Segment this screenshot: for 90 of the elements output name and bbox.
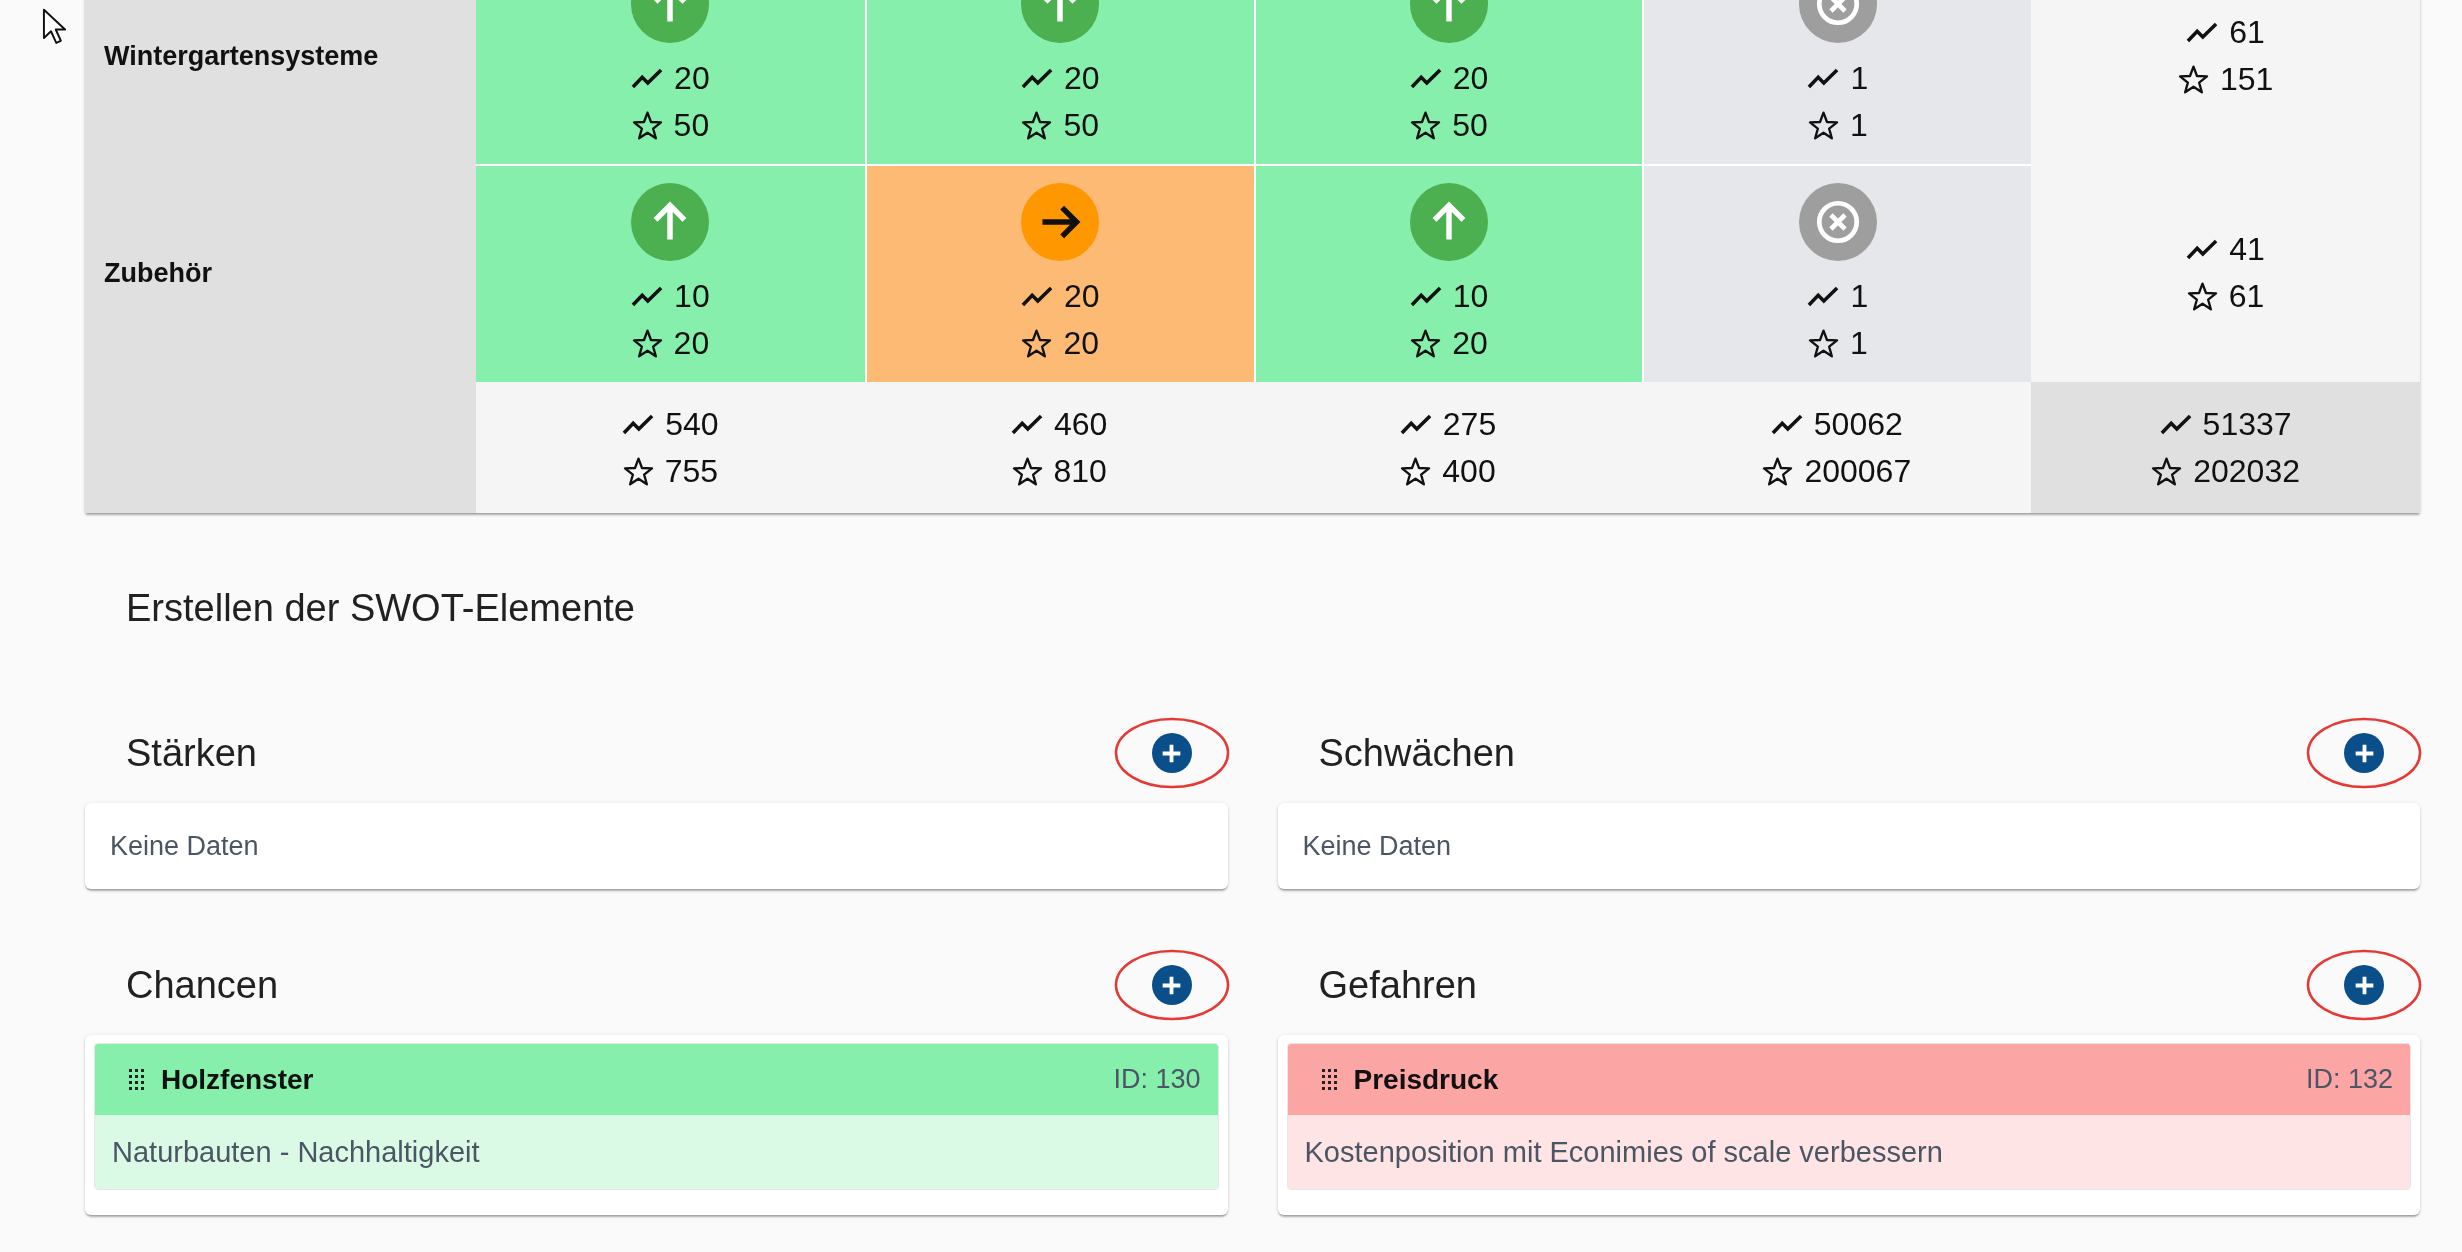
star-icon xyxy=(1807,111,1839,140)
trend-line-icon xyxy=(1409,286,1442,307)
trend-line-icon xyxy=(631,68,664,89)
star-icon xyxy=(1011,456,1043,486)
star-value: 400 xyxy=(1442,452,1496,490)
item-description: Naturbauten - Nachhaltigkeit xyxy=(95,1115,1218,1189)
trend-value: 20 xyxy=(1063,278,1100,315)
star-icon xyxy=(1021,329,1053,358)
item-description: Kostenposition mit Econimies of scale verbessern xyxy=(1287,1115,2410,1189)
add-button[interactable] xyxy=(1151,965,1192,1005)
trend-line-icon xyxy=(2159,413,2192,435)
trend-line-icon xyxy=(2186,239,2219,260)
trend-value: 10 xyxy=(1452,278,1489,315)
trend-value: 1 xyxy=(1850,60,1869,97)
star-value: 200067 xyxy=(1804,452,1912,490)
section-heading: Schwächen xyxy=(1318,731,1515,775)
plus-icon xyxy=(1162,743,1181,763)
trend-value: 460 xyxy=(1054,405,1108,443)
plus-icon xyxy=(1162,975,1181,995)
star-value: 61 xyxy=(2228,278,2265,315)
item-title: Preisdruck xyxy=(1353,1063,1499,1096)
trend-line-icon xyxy=(631,286,664,307)
row-header-cell: Zubehör xyxy=(85,164,476,382)
trend-value: 540 xyxy=(665,405,719,443)
plus-icon xyxy=(2354,743,2374,763)
star-icon xyxy=(1400,456,1432,486)
star-value: 755 xyxy=(664,452,719,490)
trend-line-icon xyxy=(1409,68,1442,89)
star-value: 50 xyxy=(673,107,710,144)
trend-value: 275 xyxy=(1442,405,1497,443)
trend-value: 20 xyxy=(674,60,710,97)
section-title: Erstellen der SWOT-Elemente xyxy=(126,586,635,631)
star-icon xyxy=(631,111,663,140)
trend-value: 20 xyxy=(1452,60,1489,97)
arrow-up-icon xyxy=(631,183,710,261)
trend-value: 50062 xyxy=(1813,405,1903,443)
trend-line-icon xyxy=(1011,413,1043,435)
trend-value: 41 xyxy=(2229,231,2265,268)
star-value: 1 xyxy=(1849,325,1868,362)
star-icon xyxy=(1762,456,1794,486)
star-icon xyxy=(2186,282,2218,311)
add-button[interactable] xyxy=(2344,733,2384,773)
empty-message: Keine Daten xyxy=(110,830,259,862)
star-icon xyxy=(622,456,654,486)
arrow-up-icon xyxy=(1410,183,1488,261)
trend-line-icon xyxy=(1020,286,1053,307)
section-heading: Gefahren xyxy=(1318,963,1477,1007)
close-circle-icon xyxy=(1798,183,1877,261)
item-id: ID: 132 xyxy=(2305,1064,2393,1095)
add-button[interactable] xyxy=(2344,965,2384,1005)
arrow-right-icon xyxy=(1021,183,1100,261)
trend-line-icon xyxy=(1399,413,1432,435)
star-value: 20 xyxy=(1452,325,1488,362)
star-icon xyxy=(631,329,663,358)
star-icon xyxy=(2177,65,2209,94)
trend-line-icon xyxy=(622,413,655,435)
plus-icon xyxy=(2354,975,2374,995)
star-icon xyxy=(2151,456,2183,486)
trend-line-icon xyxy=(1020,68,1053,89)
star-icon xyxy=(1021,111,1053,140)
trend-value: 51337 xyxy=(2202,405,2292,443)
star-value: 20 xyxy=(673,325,710,362)
trend-line-icon xyxy=(1807,286,1840,307)
star-value: 151 xyxy=(2219,61,2274,98)
star-icon xyxy=(1807,329,1839,358)
drag-handle-icon[interactable] xyxy=(129,1069,144,1090)
item-id: ID: 130 xyxy=(1113,1064,1201,1095)
trend-value: 1 xyxy=(1850,278,1869,315)
trend-line-icon xyxy=(1807,68,1840,89)
star-icon xyxy=(1410,329,1442,358)
trend-value: 10 xyxy=(674,278,710,315)
trend-value: 61 xyxy=(2229,14,2265,51)
star-value: 50 xyxy=(1452,107,1488,144)
mouse-cursor-icon xyxy=(42,8,67,45)
drag-handle-icon[interactable] xyxy=(1321,1069,1337,1090)
add-button[interactable] xyxy=(1151,733,1192,773)
star-value: 1 xyxy=(1849,107,1868,144)
trend-value: 20 xyxy=(1063,60,1100,97)
star-value: 202032 xyxy=(2193,452,2300,490)
star-icon xyxy=(1410,111,1442,140)
item-title: Holzfenster xyxy=(161,1063,314,1096)
trend-line-icon xyxy=(2186,22,2219,43)
star-value: 20 xyxy=(1063,325,1099,362)
row-header-cell: Wintergartensysteme xyxy=(85,0,476,164)
star-value: 810 xyxy=(1053,452,1107,490)
section-heading: Stärken xyxy=(126,731,257,775)
section-heading: Chancen xyxy=(126,963,279,1007)
empty-message: Keine Daten xyxy=(1302,830,1452,862)
star-value: 50 xyxy=(1063,107,1099,144)
trend-line-icon xyxy=(1770,413,1803,435)
